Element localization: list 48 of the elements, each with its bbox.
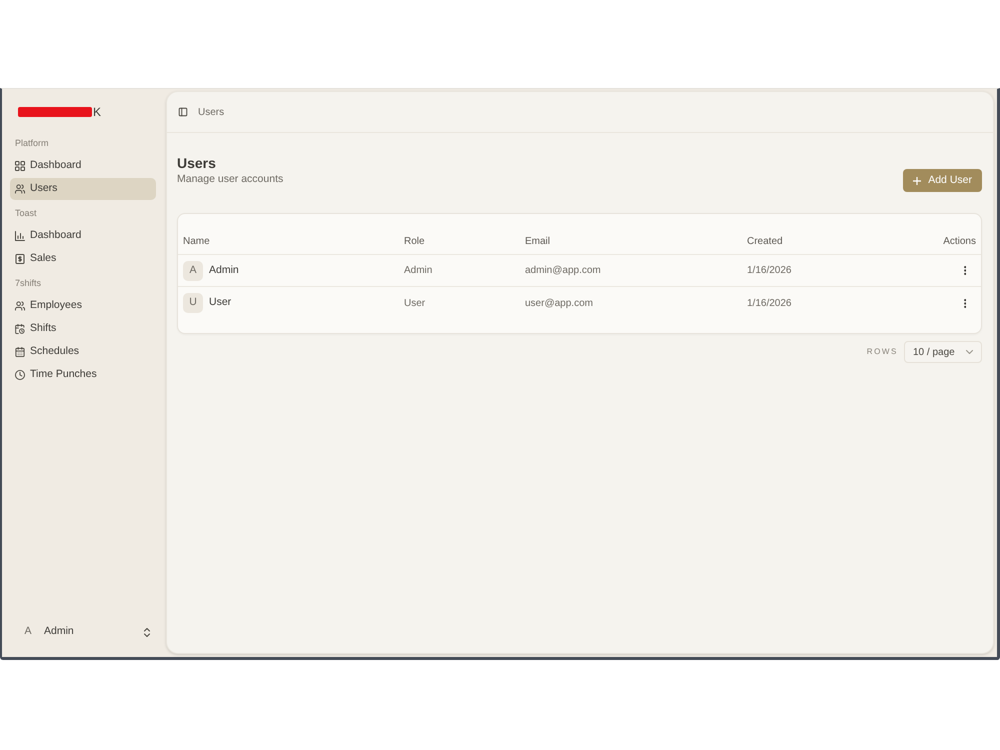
clock-icon (15, 370, 25, 380)
sidebar-item[interactable]: Shifts (10, 318, 156, 340)
user-name: User (209, 295, 232, 310)
page-size-select[interactable]: 10 / page (904, 341, 982, 363)
avatar: A (183, 260, 203, 280)
sidebar-item[interactable]: Dashboard (10, 155, 156, 177)
sidebar-section-label: Toast (14, 207, 38, 220)
bar-chart-icon (15, 231, 25, 241)
column-header: Actions (942, 235, 976, 249)
plus-icon (913, 176, 922, 184)
sidebar-item[interactable]: Dashboard (10, 225, 156, 247)
user-name: Admin (209, 262, 239, 278)
logo-text: K (93, 104, 102, 121)
chevron-down-icon (966, 350, 973, 354)
avatar: U (183, 293, 203, 313)
table-cell-text: 1/16/2026 (747, 296, 792, 310)
column-header: Name (183, 235, 211, 249)
table-cell-text: 1/16/2026 (747, 264, 792, 278)
sidebar-section-label: Platform (14, 137, 50, 150)
column-header: Email (525, 235, 552, 249)
user-menu-button[interactable]: A Admin (10, 618, 156, 646)
sidebar-item[interactable]: Schedules (10, 341, 156, 363)
kebab-icon (964, 298, 966, 308)
calendar-clock-icon (15, 324, 25, 334)
users-icon (15, 301, 25, 311)
table-cell-text: admin@app.com (525, 264, 602, 278)
page-title: Users (177, 154, 217, 172)
breadcrumb: Users (198, 106, 224, 120)
table-cell-text: Admin (404, 264, 434, 278)
sidebar-item[interactable]: Employees (10, 295, 156, 317)
table-cell-text: user@app.com (525, 296, 594, 310)
kebab-icon (964, 266, 966, 275)
sidebar-item[interactable]: Time Punches (10, 364, 156, 386)
avatar: A (23, 624, 32, 640)
dollar-square-icon (15, 254, 25, 264)
column-header: Role (404, 235, 426, 249)
page-subtitle: Manage user accounts (177, 172, 284, 186)
grid-icon (15, 161, 25, 171)
rows-label: ROWS (866, 346, 898, 358)
chevrons-up-down-icon (144, 628, 150, 636)
sidebar-section-label: 7shifts (14, 277, 42, 290)
column-header: Created (747, 235, 784, 249)
sidebar-item[interactable]: Sales (10, 248, 156, 270)
sidebar-item[interactable]: Users (10, 178, 156, 200)
table-cell-text: User (404, 296, 426, 310)
users-icon (15, 184, 25, 194)
calendar-icon (15, 347, 25, 357)
panel-toggle-icon[interactable] (178, 107, 188, 117)
